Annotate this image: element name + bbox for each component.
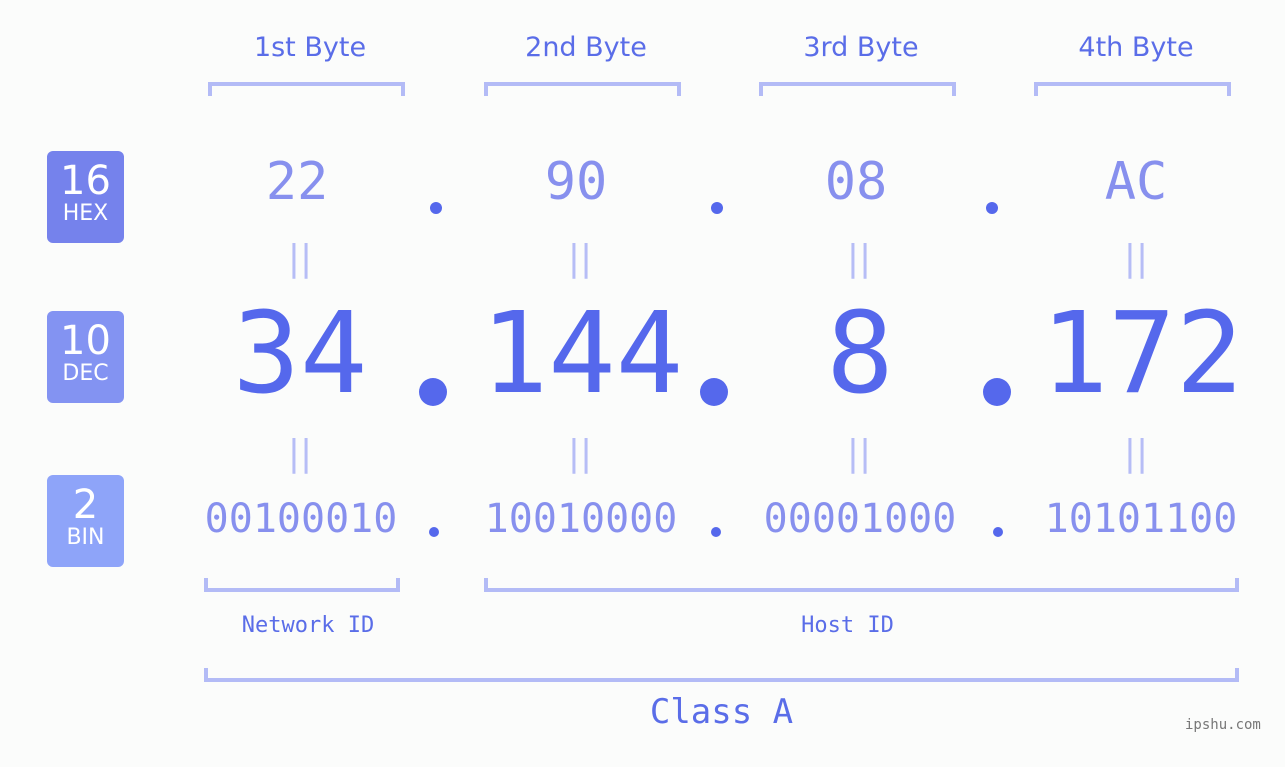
watermark: ipshu.com [1185,717,1261,733]
hex-separator-dot [430,202,442,214]
byte-bracket-2 [484,82,681,96]
bin-separator-dot [429,527,439,537]
equals-sign: || [287,238,313,279]
dec-base: 10 [60,318,111,364]
equals-sign: || [1123,433,1149,474]
equals-sign: || [1123,238,1149,279]
class-label: Class A [649,692,794,732]
byte-bracket-3 [759,82,956,96]
hex-base: 16 [60,158,111,204]
equals-sign: || [287,433,313,474]
hex-separator-dot [986,202,998,214]
hex-value-1: 22 [265,152,329,212]
equals-sign: || [846,433,872,474]
equals-sign: || [567,433,593,474]
bin-label: BIN [66,525,105,550]
dec-value-3: 8 [826,289,894,419]
dec-separator-dot [700,378,728,406]
hex-value-4: AC [1104,152,1168,212]
bin-base: 2 [72,482,99,528]
bin-separator-dot [993,527,1003,537]
byte-header-2: 2nd Byte [525,32,647,63]
equals-sign: || [846,238,872,279]
bin-value-2: 10010000 [484,496,678,542]
dec-separator-dot [983,378,1011,406]
equals-sign: || [567,238,593,279]
network-id-label: Network ID [241,613,375,638]
hex-label: HEX [62,201,109,226]
class-bracket [204,668,1239,682]
bin-value-3: 00001000 [763,496,957,542]
dec-value-4: 172 [1040,289,1244,419]
bin-value-1: 00100010 [204,496,398,542]
dec-value-2: 144 [480,289,684,419]
byte-header-1: 1st Byte [253,32,367,63]
bin-separator-dot [711,527,721,537]
dec-label: DEC [62,361,109,386]
hex-separator-dot [711,202,723,214]
byte-bracket-4 [1034,82,1231,96]
bin-value-4: 10101100 [1044,496,1238,542]
hex-value-3: 08 [824,152,888,212]
network-id-bracket [204,578,400,592]
byte-bracket-1 [208,82,405,96]
byte-header-4: 4th Byte [1078,32,1194,63]
dec-value-1: 34 [232,289,368,419]
dec-separator-dot [419,378,447,406]
dec-badge: 10 DEC [47,311,124,403]
hex-value-2: 90 [544,152,608,212]
bin-badge: 2 BIN [47,475,124,567]
hex-badge: 16 HEX [47,151,124,243]
host-id-bracket [484,578,1239,592]
byte-header-3: 3rd Byte [803,32,919,63]
host-id-label: Host ID [801,613,894,638]
